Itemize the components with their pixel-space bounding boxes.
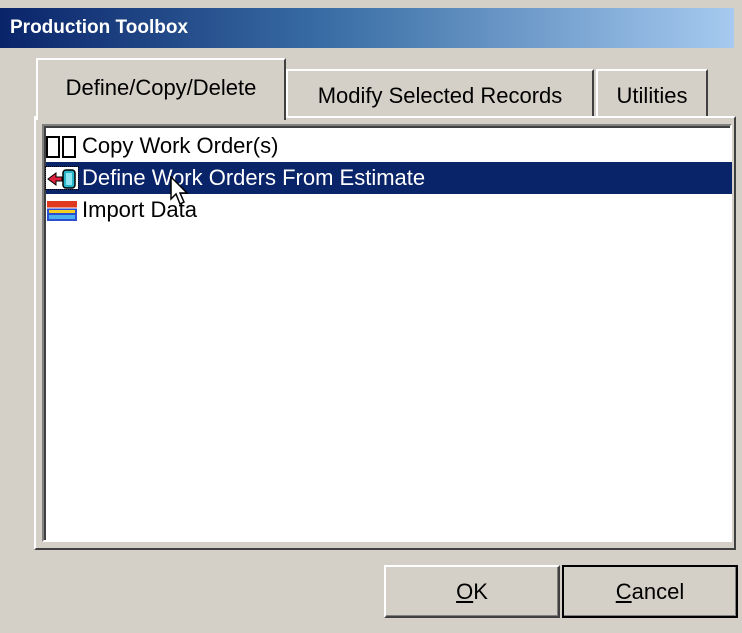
list-item-copy-work-orders[interactable]: Copy Work Order(s) [46,130,732,162]
tab-modify-selected-records[interactable]: Modify Selected Records [286,69,594,118]
tab-label: Define/Copy/Delete [65,75,257,100]
tab-utilities[interactable]: Utilities [596,69,708,118]
list-item-define-work-orders-from-estimate[interactable]: Define Work Orders From Estimate [45,162,732,194]
list-frame: Copy Work Order(s) Define Work Orders Fr… [44,126,732,540]
title-bar[interactable]: Production Toolbox [0,8,734,48]
tab-define-copy-delete[interactable]: Define/Copy/Delete [36,58,286,120]
mouse-pointer-icon [170,175,190,211]
button-bevel [386,567,558,616]
ok-button[interactable]: OK [384,565,560,618]
import-data-icon [46,199,78,221]
copy-records-icon [46,135,78,158]
list-item-label: Define Work Orders From Estimate [82,165,426,190]
list-item-label: Copy Work Order(s) [82,133,279,158]
tab-label: Utilities [616,83,688,108]
tab-label: Modify Selected Records [317,83,563,108]
toolbox-list[interactable]: Copy Work Order(s) Define Work Orders Fr… [42,124,732,542]
window-title: Production Toolbox [10,17,189,38]
list-item-import-data[interactable]: Import Data [46,194,732,226]
define-from-estimate-icon [45,166,79,190]
button-bevel [564,567,736,616]
cancel-button[interactable]: Cancel [562,565,738,618]
